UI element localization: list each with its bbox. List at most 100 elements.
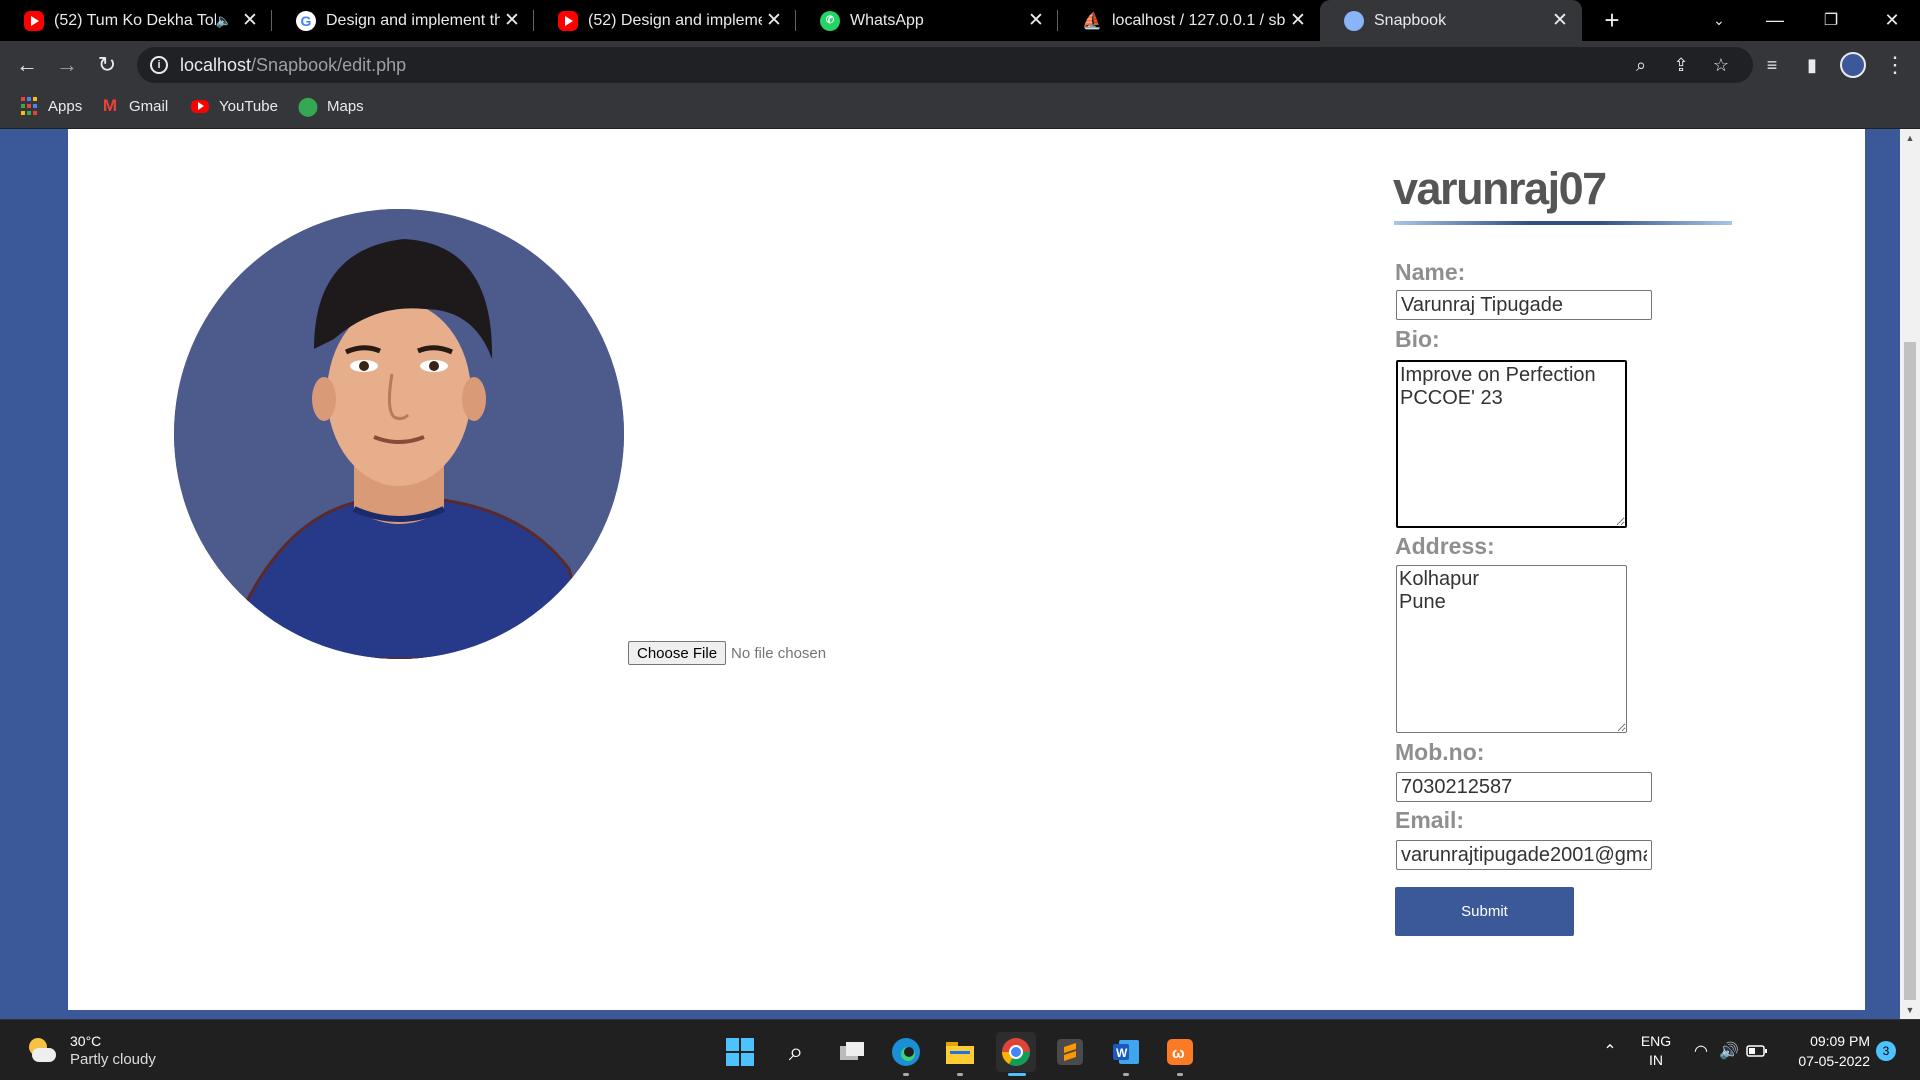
email-input[interactable] [1396,840,1652,870]
task-view-icon[interactable] [832,1032,872,1072]
file-explorer-icon[interactable] [940,1032,980,1076]
tab-title: (52) Design and implement [588,11,762,29]
xampp-glyph: ω [1167,1039,1193,1065]
side-panel-icon[interactable]: ▮ [1796,49,1828,81]
restore-button[interactable]: ❐ [1803,0,1859,41]
file-upload: Choose File No file chosen [628,641,826,665]
google-icon: G [296,10,316,31]
word-icon[interactable]: W [1106,1032,1146,1076]
bookmark-label: YouTube [219,97,278,115]
tab-title: Snapbook [1374,11,1447,29]
maps-icon: ⬤ [297,95,319,116]
sublime-text-icon[interactable] [1050,1032,1090,1072]
tab-strip: (52) Tum Ko Dekha Toh 🔈 ✕ G Design and i… [0,0,1920,41]
avatar-illustration [174,209,624,659]
volume-icon[interactable]: 🔊 [1716,1020,1742,1080]
bookmark-star-icon[interactable]: ☆ [1710,54,1732,76]
mobile-input[interactable] [1396,772,1652,802]
more-menu-icon[interactable]: ⋮ [1879,49,1911,81]
submit-button[interactable]: Submit [1395,887,1574,936]
tab-phpmyadmin[interactable]: ⛵ localhost / 127.0.0.1 / sb / u ✕ [1058,0,1320,41]
notification-badge[interactable]: 3 [1876,1041,1896,1061]
bookmarks-bar: Apps M Gmail YouTube ⬤ Maps [0,89,1920,129]
battery-icon[interactable] [1744,1020,1770,1080]
choose-file-button[interactable]: Choose File [628,641,727,665]
address-bar[interactable]: i localhost/Snapbook/edit.php ⌕ ⇪ ☆ [137,47,1753,83]
clock[interactable]: 09:09 PM 07-05-2022 [1784,1020,1870,1080]
profile-icon [1344,10,1364,31]
share-icon[interactable]: ⇪ [1670,54,1692,76]
language-indicator[interactable]: ENG IN [1636,1020,1676,1080]
media-queue-icon[interactable]: ≡ [1756,49,1788,81]
scrollbar-thumb[interactable] [1904,342,1916,1000]
username-underline [1394,221,1732,225]
running-indicator [903,1073,909,1076]
svg-text:W: W [1116,1046,1128,1060]
tab-search-chevron-icon[interactable]: ⌄ [1691,0,1747,41]
username-heading: varunraj07 [1393,163,1607,214]
show-hidden-icons-chevron-icon[interactable]: ⌃ [1596,1020,1624,1080]
scroll-down-arrow-icon[interactable]: ▼ [1900,1003,1920,1017]
tab-title: localhost / 127.0.0.1 / sb / u [1112,11,1286,29]
running-indicator [1177,1073,1183,1076]
xampp-icon[interactable]: ω [1160,1032,1200,1076]
bookmark-gmail[interactable]: M Gmail [101,89,168,123]
bio-textarea[interactable]: Improve on Perfection PCCOE' 23 [1396,360,1627,528]
zoom-icon[interactable]: ⌕ [1630,54,1652,76]
running-indicator [1008,1073,1026,1076]
tab-youtube-song[interactable]: (52) Tum Ko Dekha Toh 🔈 ✕ [0,0,272,41]
youtube-icon [24,10,44,31]
close-icon[interactable]: ✕ [238,9,262,32]
youtube-icon [558,10,578,31]
tab-design-implement[interactable]: G Design and implement the ✕ [272,0,534,41]
sublime-glyph [1057,1039,1083,1065]
edge-glyph [892,1038,920,1066]
tab-snapbook[interactable]: Snapbook ✕ [1320,0,1582,41]
search-icon[interactable]: ⌕ [776,1032,816,1072]
close-icon[interactable]: ✕ [762,9,786,32]
bookmark-apps[interactable]: Apps [20,89,82,123]
forward-arrow-icon[interactable]: → [51,49,83,81]
close-icon[interactable]: ✕ [1286,9,1310,32]
site-info-icon[interactable]: i [150,56,168,74]
bookmark-youtube[interactable]: YouTube [191,89,278,123]
tab-whatsapp[interactable]: ✆ WhatsApp ✕ [796,0,1058,41]
tab-youtube-design[interactable]: (52) Design and implement ✕ [534,0,796,41]
name-input[interactable] [1396,290,1652,320]
profile-avatar[interactable] [1840,52,1866,78]
page-viewport: Choose File No file chosen varunraj07 Na… [0,129,1900,1019]
new-tab-button[interactable]: + [1598,6,1626,34]
wifi-icon[interactable]: ◠ [1688,1020,1714,1080]
url-path: /Snapbook/edit.php [251,54,407,75]
url-text[interactable]: localhost/Snapbook/edit.php [180,55,406,76]
back-arrow-icon[interactable]: ← [11,49,43,81]
word-glyph: W [1113,1040,1139,1064]
scroll-up-arrow-icon[interactable]: ▲ [1900,131,1920,145]
close-icon[interactable]: ✕ [1548,9,1572,32]
tab-title: (52) Tum Ko Dekha Toh [54,11,216,29]
weather-condition: Partly cloudy [70,1051,156,1068]
youtube-icon [191,99,209,113]
weather-widget[interactable]: 30°C Partly cloudy [26,1033,156,1068]
url-host: localhost [180,54,252,75]
minimize-button[interactable]: — [1747,0,1803,41]
edge-icon[interactable] [886,1032,926,1076]
partly-cloudy-icon [26,1036,56,1066]
close-icon[interactable]: ✕ [500,9,524,32]
address-textarea[interactable]: Kolhapur Pune [1396,565,1627,733]
bio-label: Bio: [1395,326,1440,352]
browser-toolbar: ← → ↻ i localhost/Snapbook/edit.php ⌕ ⇪ … [0,41,1920,89]
start-icon[interactable] [720,1032,760,1072]
bookmark-maps[interactable]: ⬤ Maps [297,89,364,123]
profile-edit-card: Choose File No file chosen varunraj07 Na… [68,129,1865,1010]
page-scrollbar[interactable]: ▲ ▼ [1900,129,1920,1019]
reload-icon[interactable]: ↻ [91,49,123,81]
bookmark-label: Maps [327,97,364,115]
language-line-2: IN [1649,1051,1663,1068]
chrome-glyph [1002,1038,1030,1066]
windows-taskbar: 30°C Partly cloudy ⌕ W ω ⌃ ENG IN ◠ 🔊 09… [0,1019,1920,1080]
close-icon[interactable]: ✕ [1024,9,1048,32]
chrome-icon[interactable] [996,1032,1036,1076]
speaker-icon[interactable]: 🔈 [216,13,232,29]
window-close-button[interactable]: ✕ [1864,0,1920,41]
